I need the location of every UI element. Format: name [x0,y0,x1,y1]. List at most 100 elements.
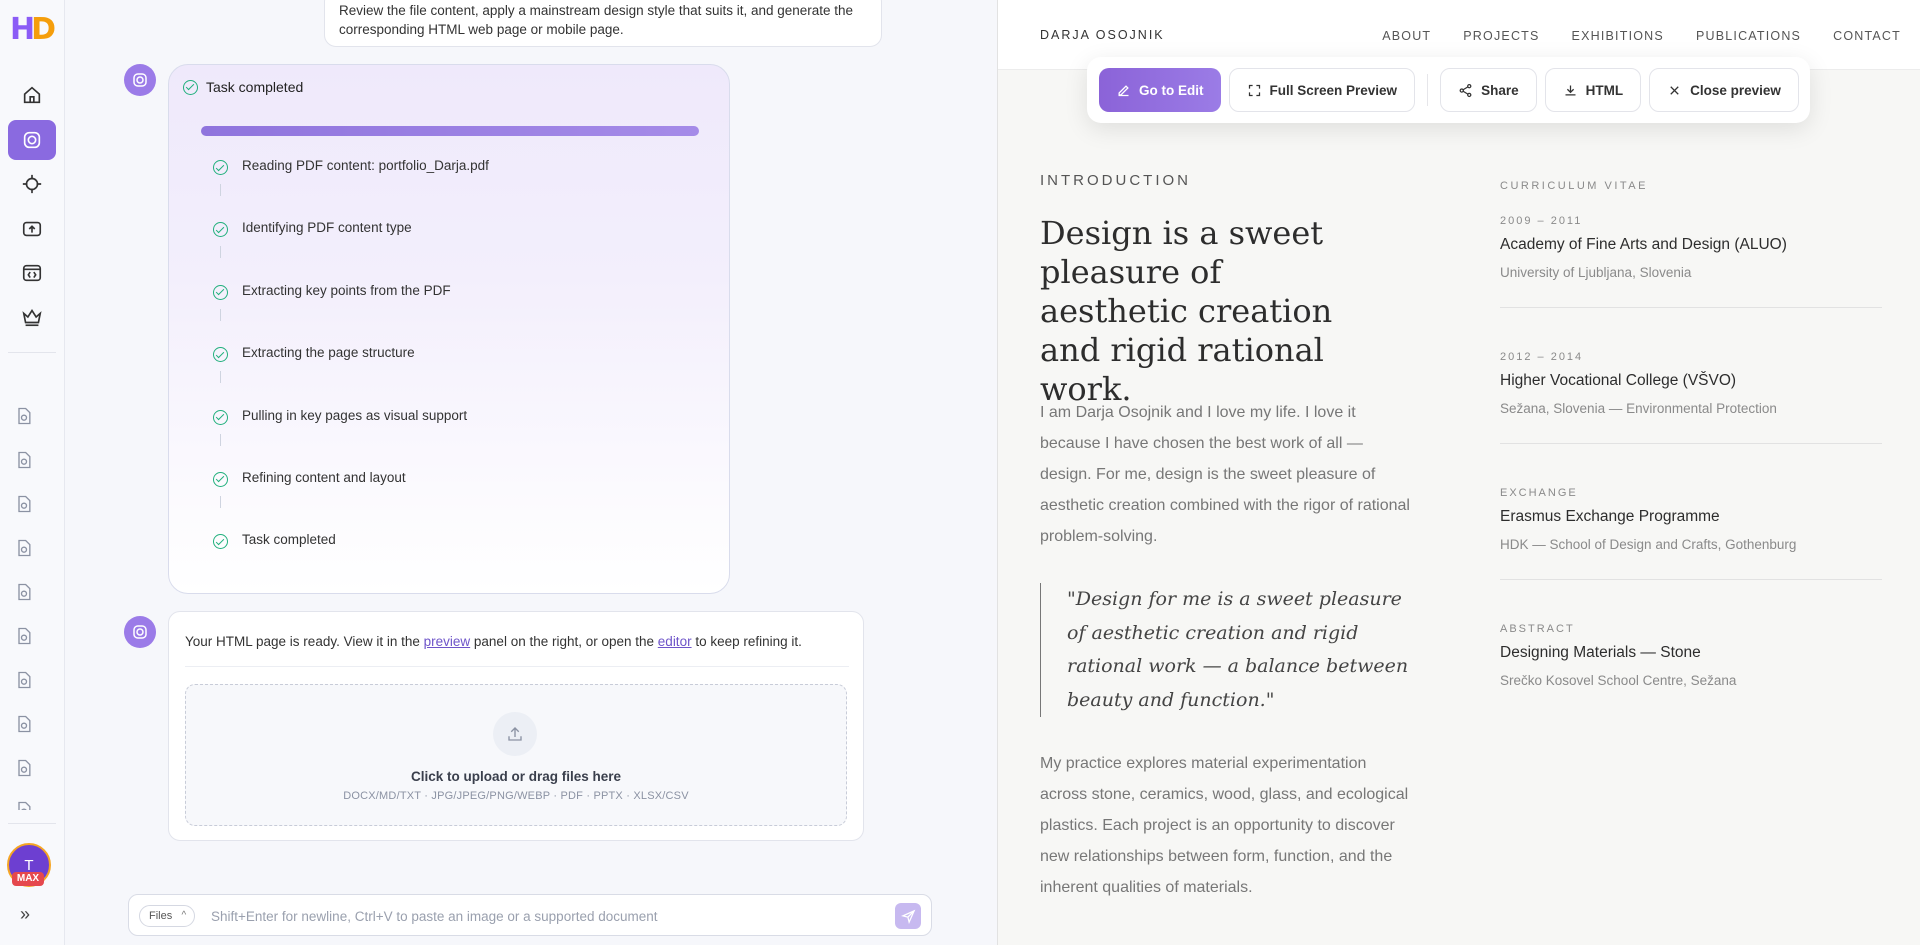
check-circle-icon [213,534,228,550]
history-item[interactable] [14,582,36,604]
max-badge: MAX [12,872,44,886]
history-doc-icon [18,671,31,689]
nav-publications[interactable]: PUBLICATIONS [1696,29,1801,43]
step-item: Refining content and layout [213,470,703,532]
share-button[interactable]: Share [1440,68,1537,112]
history-item[interactable] [14,538,36,560]
history-doc-icon [18,627,31,645]
fullscreen-preview-button[interactable]: Full Screen Preview [1228,68,1416,112]
history-item[interactable] [14,670,36,692]
download-html-button[interactable]: HTML [1544,68,1642,112]
cv-list: 2009 – 2011 Academy of Fine Arts and Des… [1500,172,1882,716]
code-button[interactable] [8,253,56,293]
cv-entry: 2009 – 2011 Academy of Fine Arts and Des… [1500,172,1882,308]
premium-button[interactable] [8,297,56,337]
cv-title: Erasmus Exchange Programme [1500,508,1720,525]
history-item[interactable] [14,758,36,780]
nav-projects[interactable]: PROJECTS [1463,29,1539,43]
check-circle-icon [213,222,228,238]
step-connector [220,495,221,508]
history-item[interactable] [14,714,36,736]
history-doc-icon [18,407,31,425]
step-item: Pulling in key pages as visual support [213,408,703,470]
upload-button[interactable] [8,209,56,249]
reply-text-part: Your HTML page is ready. View it in the [185,634,424,649]
html-label: HTML [1585,82,1624,98]
site-nav: ABOUT PROJECTS EXHIBITIONS PUBLICATIONS … [1382,29,1901,43]
nav-about[interactable]: ABOUT [1382,29,1431,43]
history-doc-icon [18,539,31,557]
step-label: Pulling in key pages as visual support [242,407,468,423]
step-list: Reading PDF content: portfolio_Darja.pdf… [213,158,703,595]
preview-panel: DARJA OSOJNIK ABOUT PROJECTS EXHIBITIONS… [997,0,1920,945]
cv-subtitle: Sežana, Slovenia — Environmental Protect… [1500,401,1777,416]
go-to-edit-button[interactable]: Go to Edit [1099,68,1221,112]
history-doc-icon [18,715,31,733]
home-button[interactable] [8,75,56,115]
nav-exhibitions[interactable]: EXHIBITIONS [1572,29,1664,43]
logo-letter-h: H [10,12,35,47]
check-circle-icon [213,284,228,300]
logo-letter-d: D [31,12,56,47]
app-logo[interactable]: HD [10,12,56,48]
intro-headline: Design is a sweet pleasure of aesthetic … [1040,214,1333,408]
cv-entry: EXCHANGE Erasmus Exchange Programme HDK … [1500,444,1882,580]
cv-subtitle: University of Ljubljana, Slovenia [1500,265,1692,280]
dropzone-title: Click to upload or drag files here [410,769,622,784]
download-icon [1565,85,1576,95]
send-icon [900,909,915,924]
message-input[interactable] [211,905,811,927]
nav-contact[interactable]: CONTACT [1833,29,1901,43]
cv-subtitle: HDK — School of Design and Crafts, Gothe… [1500,537,1797,552]
cv-date: 2012 – 2014 [1500,351,1584,363]
design-icon [23,131,41,149]
home-icon [23,86,41,104]
cv-title: Academy of Fine Arts and Design (ALUO) [1500,236,1787,253]
message-composer: Files [128,894,932,936]
reply-text: Your HTML page is ready. View it in the … [185,634,802,649]
design-button[interactable] [8,120,56,160]
history-doc-icon [18,451,31,469]
upload-circle [493,712,537,756]
preview-link[interactable]: preview [424,634,471,649]
assistant-icon [133,73,147,87]
close-preview-button[interactable]: Close preview [1649,68,1799,112]
file-dropzone[interactable]: Click to upload or drag files here DOCX/… [185,684,847,826]
cv-date: 2009 – 2011 [1500,215,1583,227]
code-icon [22,264,42,282]
step-connector [220,184,221,196]
history-item[interactable] [14,406,36,428]
history-item[interactable] [14,626,36,648]
check-circle-icon [213,347,228,363]
step-item: Reading PDF content: portfolio_Darja.pdf [213,158,703,220]
reply-text-part: panel on the right, or open the [470,634,658,649]
history-item[interactable] [14,800,36,810]
task-title: Task completed [206,79,304,95]
progress-fill [201,126,699,136]
editor-link[interactable]: editor [658,634,692,649]
files-dropdown[interactable]: Files [139,905,196,927]
avatar-initial: T [24,856,34,874]
target-button[interactable] [8,164,56,204]
cv-section: CURRICULUM VITAE 2009 – 2011 Academy of … [1500,180,1882,736]
practice-paragraph: My practice explores material experiment… [1040,755,1409,896]
step-item: Task completed [213,532,703,594]
check-circle-icon [183,79,198,95]
nav-rail: HD T MAX » [0,0,65,945]
history-item[interactable] [14,494,36,516]
site-brand[interactable]: DARJA OSOJNIK [1040,28,1165,42]
user-message: Review the file content, apply a mainstr… [324,0,882,47]
expand-rail-icon[interactable]: » [20,903,42,925]
go-to-edit-label: Go to Edit [1139,82,1204,98]
step-connector [220,246,221,259]
send-button[interactable] [895,903,921,929]
pull-quote: "Design for me is a sweet pleasure of ae… [1040,583,1410,717]
assistant-avatar [124,64,156,96]
history-item[interactable] [14,450,36,472]
history-doc-icon [18,583,31,601]
step-item: Identifying PDF content type [213,220,703,282]
history-doc-icon [18,801,31,810]
close-icon [1670,85,1679,95]
cv-title: Designing Materials — Stone [1500,644,1701,661]
cv-entry: ABSTRACT Designing Materials — Stone Sre… [1500,580,1882,716]
